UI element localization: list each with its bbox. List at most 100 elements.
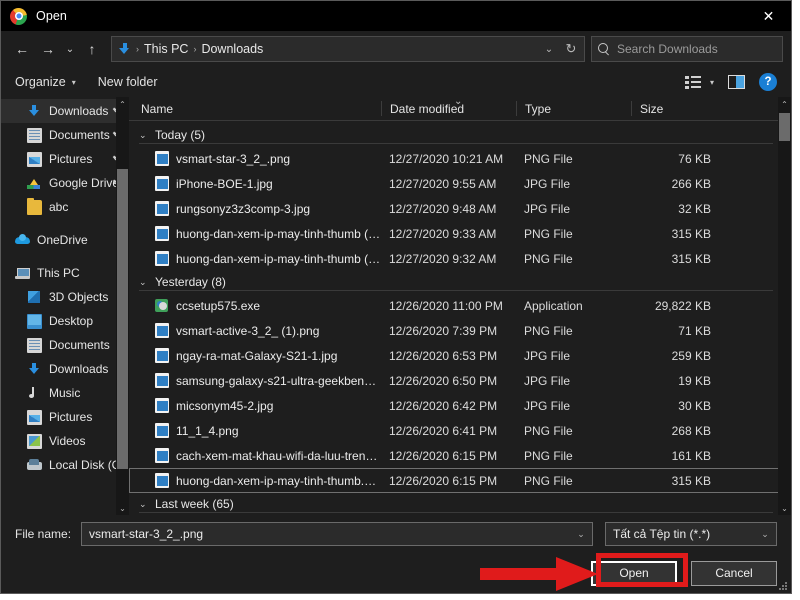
file-group-header[interactable]: ⌄Last week (65) bbox=[129, 493, 791, 515]
file-list-scrollbar[interactable]: ⌃ ⌄ bbox=[778, 97, 791, 515]
sidebar-item-pictures[interactable]: Pictures bbox=[1, 405, 129, 429]
file-name-cell[interactable]: cach-xem-mat-khau-wifi-da-luu-tren-die..… bbox=[129, 444, 381, 467]
sidebar-item-pictures[interactable]: Pictures✒ bbox=[1, 147, 129, 171]
cancel-button[interactable]: Cancel bbox=[691, 561, 777, 586]
file-group-header[interactable]: ⌄Today (5) bbox=[129, 124, 791, 146]
new-folder-button[interactable]: New folder bbox=[98, 75, 158, 89]
chevron-down-icon[interactable]: ⌄ bbox=[538, 37, 560, 61]
sidebar-scroll-thumb[interactable] bbox=[117, 169, 128, 469]
table-row[interactable]: micsonym45-2.jpg12/26/2020 6:42 PMJPG Fi… bbox=[129, 393, 791, 418]
scroll-up-icon[interactable]: ⌃ bbox=[778, 97, 791, 111]
image-file-icon bbox=[155, 251, 169, 266]
chevron-down-icon[interactable]: ⌄ bbox=[139, 130, 153, 141]
computer-icon bbox=[15, 266, 30, 281]
sidebar-item-documents[interactable]: Documents✒ bbox=[1, 123, 129, 147]
file-name-label: File name: bbox=[15, 527, 71, 541]
help-button[interactable]: ? bbox=[759, 73, 777, 91]
table-row[interactable]: rungsonyz3z3comp-3.jpg12/27/2020 9:48 AM… bbox=[129, 196, 791, 221]
file-name-cell[interactable]: 11_1_4.png bbox=[129, 419, 381, 442]
table-row[interactable]: ccsetup575.exe12/26/2020 11:00 PMApplica… bbox=[129, 293, 791, 318]
file-name-cell[interactable]: micsonym45-2.jpg bbox=[129, 394, 381, 417]
file-name-cell[interactable]: ccsetup575.exe bbox=[129, 294, 381, 317]
resize-grip[interactable] bbox=[777, 580, 787, 590]
view-options-button[interactable]: ▾ bbox=[685, 76, 714, 89]
document-icon bbox=[27, 128, 42, 143]
preview-pane-icon[interactable] bbox=[728, 75, 745, 89]
file-name-cell[interactable]: iPhone-BOE-1.jpg bbox=[129, 172, 381, 195]
file-type-cell: PNG File bbox=[516, 252, 631, 266]
file-group-header[interactable]: ⌄Yesterday (8) bbox=[129, 271, 791, 293]
sidebar-item-label: Documents bbox=[49, 338, 110, 352]
column-header-date-modified[interactable]: Date modified bbox=[381, 101, 516, 116]
sidebar-item-onedrive[interactable]: OneDrive bbox=[1, 228, 129, 252]
table-row[interactable]: huong-dan-xem-ip-may-tinh-thumb (1)....1… bbox=[129, 246, 791, 271]
file-name-cell[interactable]: ngay-ra-mat-Galaxy-S21-1.jpg bbox=[129, 344, 381, 367]
file-list-scroll-track[interactable] bbox=[778, 111, 791, 501]
sidebar-item-downloads[interactable]: Downloads bbox=[1, 357, 129, 381]
file-name-cell[interactable]: samsung-galaxy-s21-ultra-geekbench-fa... bbox=[129, 369, 381, 392]
table-row[interactable]: iPhone-BOE-1.jpg12/27/2020 9:55 AMJPG Fi… bbox=[129, 171, 791, 196]
window-title: Open bbox=[36, 9, 67, 23]
sidebar-item-music[interactable]: Music bbox=[1, 381, 129, 405]
file-date-cell: 12/26/2020 6:15 PM bbox=[381, 474, 516, 488]
address-bar[interactable]: › This PC › Downloads ⌄ ↻ bbox=[111, 36, 585, 62]
table-row[interactable]: ngay-ra-mat-Galaxy-S21-1.jpg12/26/2020 6… bbox=[129, 343, 791, 368]
image-file-icon bbox=[155, 423, 169, 438]
file-size-cell: 19 KB bbox=[631, 374, 721, 388]
file-name-cell[interactable]: rungsonyz3z3comp-3.jpg bbox=[129, 197, 381, 220]
column-header-size[interactable]: Size bbox=[631, 101, 721, 116]
scroll-down-icon[interactable]: ⌄ bbox=[116, 501, 129, 515]
back-button[interactable]: ← bbox=[9, 35, 35, 63]
chevron-down-icon[interactable]: ⌄ bbox=[139, 499, 153, 510]
file-name-input[interactable]: vsmart-star-3_2_.png ⌄ bbox=[81, 522, 593, 546]
chevron-down-icon[interactable]: ⌄ bbox=[756, 529, 774, 540]
sidebar-item-downloads[interactable]: Downloads✒ bbox=[1, 99, 129, 123]
breadcrumb-this-pc[interactable]: This PC bbox=[144, 42, 188, 56]
chevron-down-icon[interactable]: ⌄ bbox=[139, 277, 153, 288]
sidebar-item-desktop[interactable]: Desktop bbox=[1, 309, 129, 333]
scroll-up-icon[interactable]: ⌃ bbox=[116, 97, 129, 111]
search-input[interactable]: Search Downloads bbox=[591, 36, 783, 62]
table-row[interactable]: samsung-galaxy-s21-ultra-geekbench-fa...… bbox=[129, 368, 791, 393]
up-button[interactable]: ↑ bbox=[79, 35, 105, 63]
pictures-icon bbox=[27, 410, 42, 425]
file-name-cell[interactable]: vsmart-active-3_2_ (1).png bbox=[129, 319, 381, 342]
open-button[interactable]: Open bbox=[591, 561, 677, 586]
table-row[interactable]: 11_1_4.png12/26/2020 6:41 PMPNG File268 … bbox=[129, 418, 791, 443]
close-icon[interactable]: ✕ bbox=[746, 1, 791, 31]
breadcrumb-downloads[interactable]: Downloads bbox=[201, 42, 263, 56]
sidebar-item-this-pc[interactable]: This PC bbox=[1, 261, 129, 285]
column-header-name[interactable]: Name bbox=[129, 101, 381, 116]
forward-button[interactable]: → bbox=[35, 35, 61, 63]
table-row[interactable]: huong-dan-xem-ip-may-tinh-thumb (2)....1… bbox=[129, 221, 791, 246]
command-bar: Organize ▾ New folder ▾ ? bbox=[1, 67, 791, 97]
organize-label: Organize bbox=[15, 75, 66, 89]
table-row[interactable]: vsmart-active-3_2_ (1).png12/26/2020 7:3… bbox=[129, 318, 791, 343]
organize-button[interactable]: Organize ▾ bbox=[15, 75, 76, 89]
sidebar-item-label: Music bbox=[49, 386, 80, 400]
table-row[interactable]: cach-xem-mat-khau-wifi-da-luu-tren-die..… bbox=[129, 443, 791, 468]
file-name-cell[interactable]: vsmart-star-3_2_.png bbox=[129, 147, 381, 170]
sidebar-item-documents[interactable]: Documents bbox=[1, 333, 129, 357]
file-name-cell[interactable]: huong-dan-xem-ip-may-tinh-thumb.png bbox=[129, 469, 381, 492]
download-icon bbox=[27, 362, 42, 377]
table-row[interactable]: vsmart-star-3_2_.png12/27/2020 10:21 AMP… bbox=[129, 146, 791, 171]
sidebar-scroll-track[interactable] bbox=[116, 111, 129, 501]
sidebar-item-local-disk-c[interactable]: Local Disk (C:) bbox=[1, 453, 129, 477]
search-placeholder: Search Downloads bbox=[617, 42, 718, 56]
sidebar-item-videos[interactable]: Videos bbox=[1, 429, 129, 453]
recent-locations-button[interactable]: ⌄ bbox=[61, 35, 79, 63]
file-type-filter-dropdown[interactable]: Tất cả Tệp tin (*.*) ⌄ bbox=[605, 522, 777, 546]
table-row[interactable]: huong-dan-xem-ip-may-tinh-thumb.png12/26… bbox=[129, 468, 791, 493]
scroll-down-icon[interactable]: ⌄ bbox=[778, 501, 791, 515]
sidebar-item-abc[interactable]: abc bbox=[1, 195, 129, 219]
chevron-down-icon[interactable]: ⌄ bbox=[572, 529, 590, 540]
refresh-icon[interactable]: ↻ bbox=[560, 37, 582, 61]
file-name-cell[interactable]: huong-dan-xem-ip-may-tinh-thumb (1).... bbox=[129, 247, 381, 270]
file-list-scroll-thumb[interactable] bbox=[779, 113, 790, 141]
file-name-cell[interactable]: huong-dan-xem-ip-may-tinh-thumb (2).... bbox=[129, 222, 381, 245]
sidebar-scrollbar[interactable]: ⌃ ⌄ bbox=[116, 97, 129, 515]
sidebar-item-3d-objects[interactable]: 3D Objects bbox=[1, 285, 129, 309]
sidebar-item-google-drive[interactable]: Google Drive✒ bbox=[1, 171, 129, 195]
column-header-type[interactable]: Type bbox=[516, 101, 631, 116]
